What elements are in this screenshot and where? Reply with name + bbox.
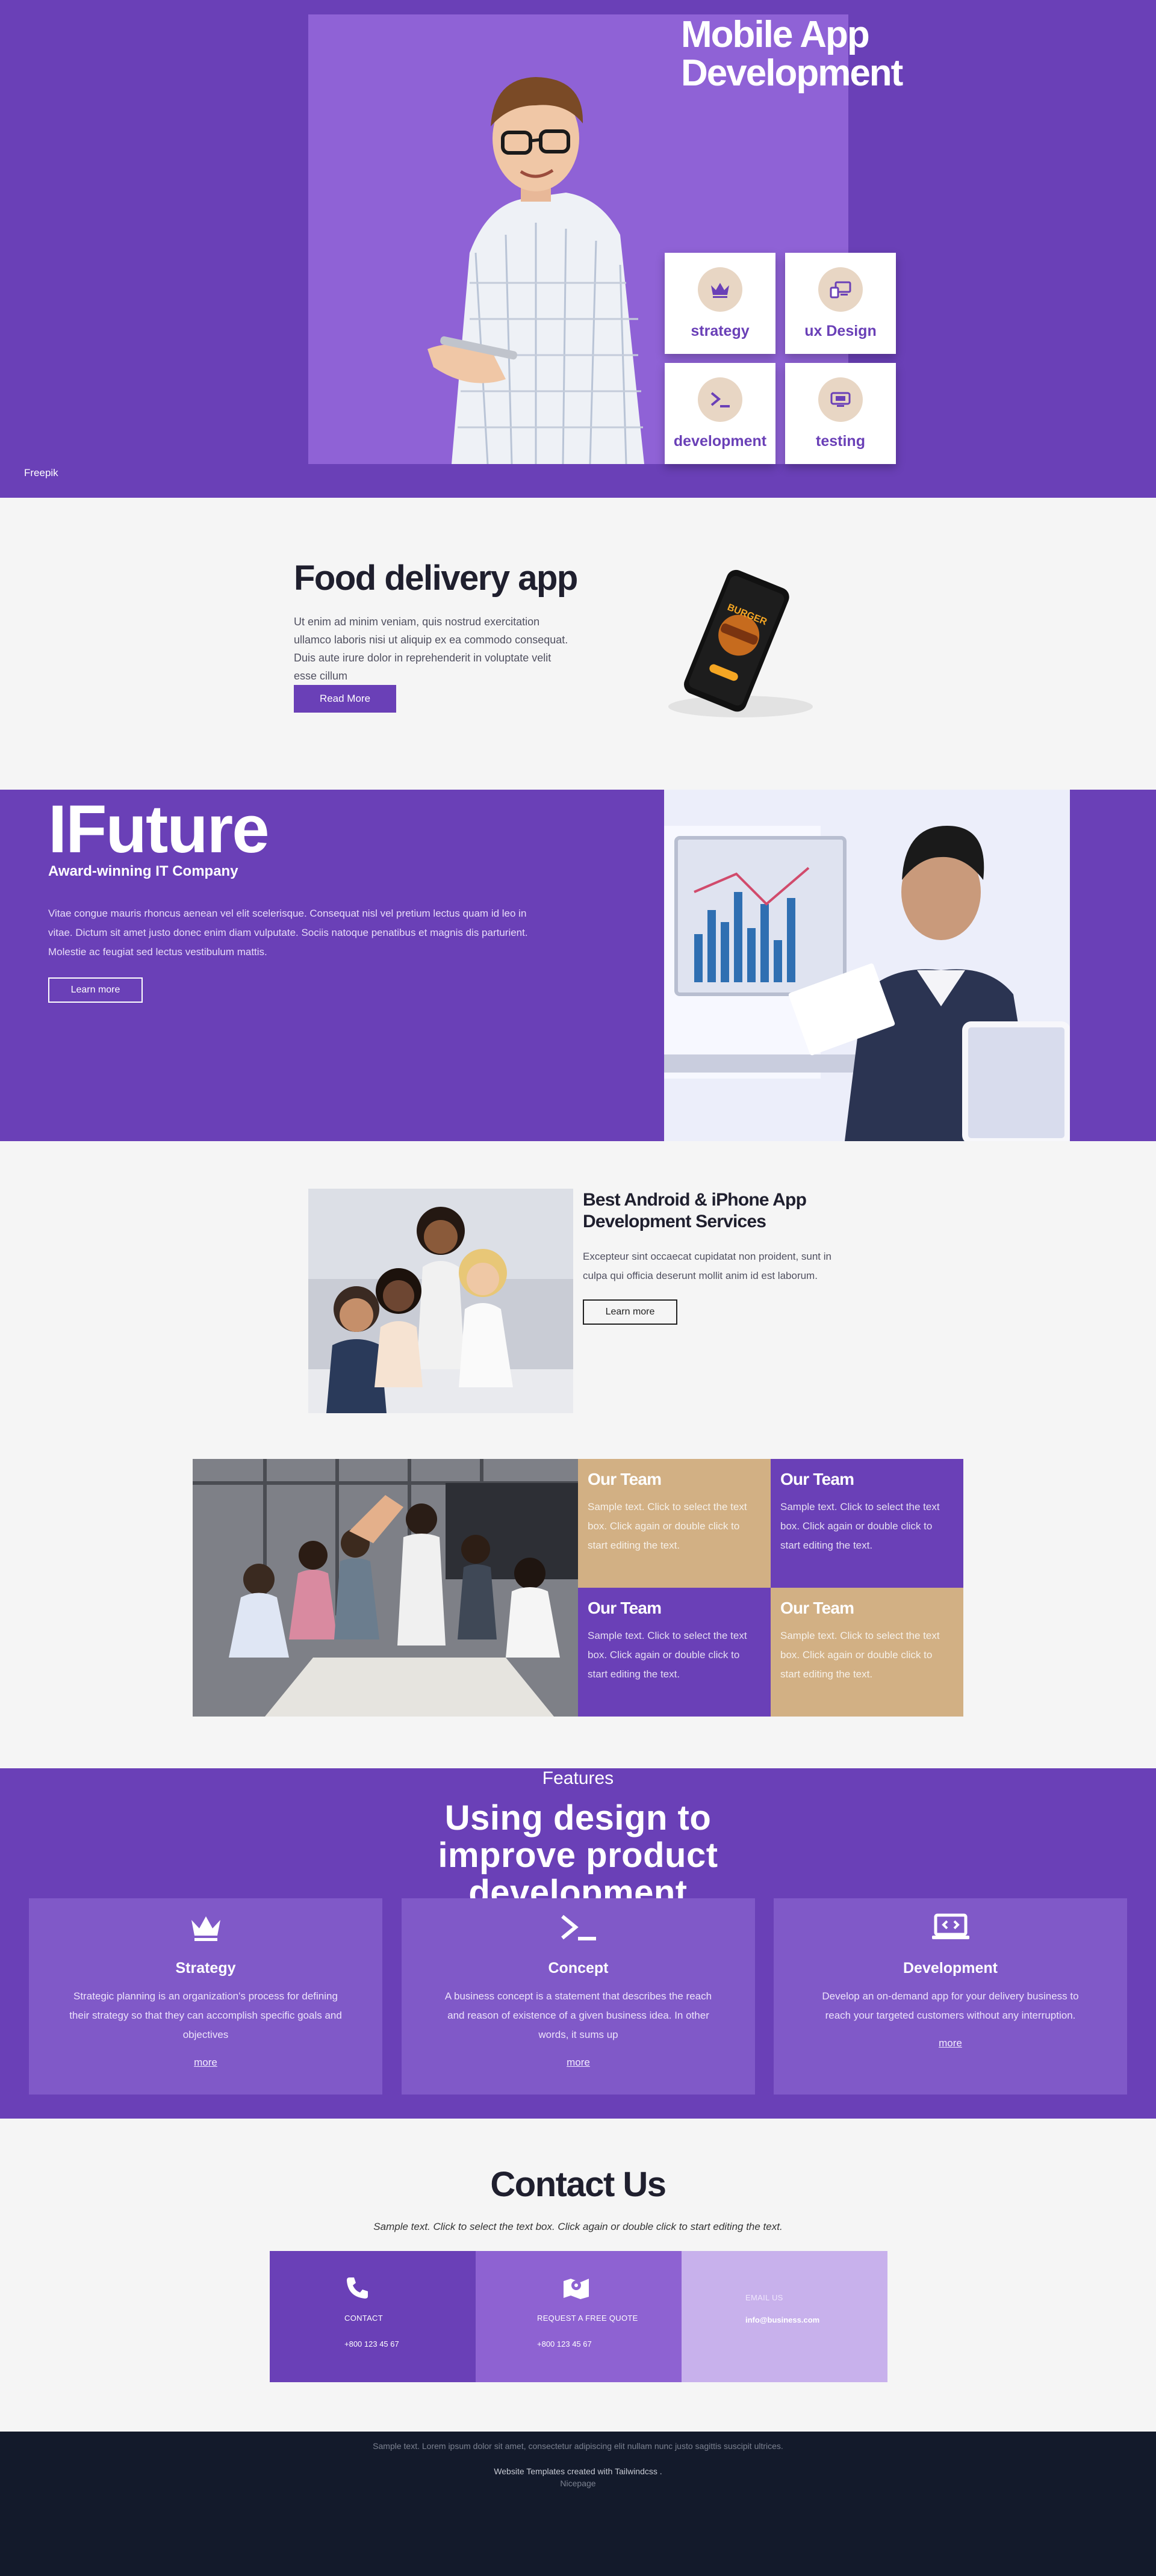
contact-box-label: EMAIL US <box>745 2293 783 2302</box>
feature-card-text: A business concept is a statement that d… <box>444 1990 712 2040</box>
laptop-code-icon <box>931 1913 969 1939</box>
team-card-title: Our Team <box>780 1599 854 1617</box>
ifuture-text: Vitae congue mauris rhoncus aenean vel e… <box>48 908 528 958</box>
ifuture-title: IFuture <box>48 791 270 867</box>
hero-title: Mobile App Development <box>681 14 903 94</box>
tile-ux-design[interactable]: ux Design <box>785 253 896 354</box>
android-section: Best Android & iPhone App Development Se… <box>0 1141 1156 1428</box>
tile-label: strategy <box>691 322 750 339</box>
team-card-text: Sample text. Click to select the text bo… <box>588 1501 747 1551</box>
food-section: Food delivery app Ut enim ad minim venia… <box>0 498 1156 790</box>
contact-box-label: REQUEST A FREE QUOTE <box>537 2314 638 2323</box>
team-card-text: Sample text. Click to select the text bo… <box>780 1501 940 1551</box>
tile-testing[interactable]: testing <box>785 363 896 464</box>
feature-card-title: Strategy <box>175 1960 236 1977</box>
team-card-text: Sample text. Click to select the text bo… <box>780 1630 940 1680</box>
ifuture-section: IFuture Award-winning IT Company Vitae c… <box>0 790 1156 1141</box>
contact-section: Contact Us Sample text. Click to select … <box>0 2119 1156 2432</box>
phone-image: BURGER <box>668 569 813 717</box>
footer-link[interactable]: Nicepage <box>560 2478 595 2488</box>
team-card: Our Team Sample text. Click to select th… <box>771 1588 963 1717</box>
tile-label: development <box>673 432 767 450</box>
terminal-icon <box>710 391 730 407</box>
businessman-image <box>664 790 1070 1141</box>
learn-more-button[interactable]: Learn more <box>48 977 143 1003</box>
team-card-title: Our Team <box>588 1599 662 1617</box>
feature-more-link[interactable]: more <box>567 2057 590 2069</box>
footer-section: Sample text. Lorem ipsum dolor sit amet,… <box>0 2432 1156 2576</box>
contact-box-value[interactable]: +800 123 45 67 <box>537 2339 682 2348</box>
devices-icon <box>830 281 851 298</box>
footer-credit: Website Templates created with Tailwindc… <box>494 2466 662 2476</box>
crown-icon <box>711 282 729 298</box>
feature-more-link[interactable]: more <box>939 2037 962 2049</box>
feature-card-development: Development Develop an on-demand app for… <box>774 1898 1127 2095</box>
team-card: Our Team Sample text. Click to select th… <box>771 1459 963 1588</box>
team-card-title: Our Team <box>588 1470 662 1488</box>
contact-box-email: EMAIL US info@business.com <box>682 2251 887 2382</box>
read-more-button[interactable]: Read More <box>294 685 396 713</box>
features-section: Features Using design to improve product… <box>0 1768 1156 2119</box>
feature-more-link[interactable]: more <box>194 2057 217 2069</box>
tile-label: ux Design <box>804 322 877 339</box>
map-pin-icon <box>564 2279 589 2299</box>
feature-card-text: Strategic planning is an organization's … <box>69 1990 342 2040</box>
ifuture-subtitle: Award-winning IT Company <box>48 863 238 879</box>
contact-note: Sample text. Click to select the text bo… <box>373 2221 783 2232</box>
footer-link-wrap: Nicepage <box>0 2478 1156 2488</box>
image-credit[interactable]: Freepik <box>24 467 58 479</box>
feature-card-text: Develop an on-demand app for your delive… <box>822 1990 1079 2021</box>
contact-box-phone: CONTACT +800 123 45 67 <box>270 2251 476 2382</box>
phone-icon <box>347 2277 368 2299</box>
crown-icon <box>191 1916 220 1941</box>
feature-card-title: Concept <box>548 1960 609 1977</box>
features-title: Using design to improve product developm… <box>438 1798 718 1912</box>
team-card: Our Team Sample text. Click to select th… <box>578 1588 771 1717</box>
android-text: Excepteur sint occaecat cupidatat non pr… <box>583 1251 831 1281</box>
contact-box-label: CONTACT <box>344 2314 383 2323</box>
monitor-icon <box>830 392 851 407</box>
tile-label: testing <box>816 432 865 450</box>
hero-person-image <box>427 77 644 464</box>
contact-title: Contact Us <box>490 2165 667 2204</box>
tile-development[interactable]: development <box>665 363 775 464</box>
team-card-text: Sample text. Click to select the text bo… <box>588 1630 747 1680</box>
features-eyebrow: Features <box>542 1768 614 1788</box>
hero-section: Mobile App Development strategy ux Desig… <box>0 0 1156 498</box>
terminal-icon <box>561 1915 596 1940</box>
android-title: Best Android & iPhone App Development Se… <box>583 1190 807 1231</box>
team-card-title: Our Team <box>780 1470 854 1488</box>
feature-card-title: Development <box>903 1960 998 1977</box>
learn-more-button[interactable]: Learn more <box>583 1299 677 1325</box>
team-section: Our Team Sample text. Click to select th… <box>0 1428 1156 1768</box>
feature-card-concept: Concept A business concept is a statemen… <box>402 1898 755 2095</box>
tile-strategy[interactable]: strategy <box>665 253 775 354</box>
feature-card-strategy: Strategy Strategic planning is an organi… <box>29 1898 382 2095</box>
food-text: Ut enim ad minim veniam, quis nostrud ex… <box>294 616 568 682</box>
contact-box-value[interactable]: +800 123 45 67 <box>344 2339 476 2348</box>
contact-box-value[interactable]: info@business.com <box>745 2315 887 2324</box>
contact-box-quote: REQUEST A FREE QUOTE +800 123 45 67 <box>476 2251 682 2382</box>
group-women-image <box>308 1189 573 1413</box>
team-highfive-image <box>193 1459 578 1717</box>
team-card: Our Team Sample text. Click to select th… <box>578 1459 771 1588</box>
food-title: Food delivery app <box>294 559 578 598</box>
footer-text: Sample text. Lorem ipsum dolor sit amet,… <box>373 2441 783 2451</box>
